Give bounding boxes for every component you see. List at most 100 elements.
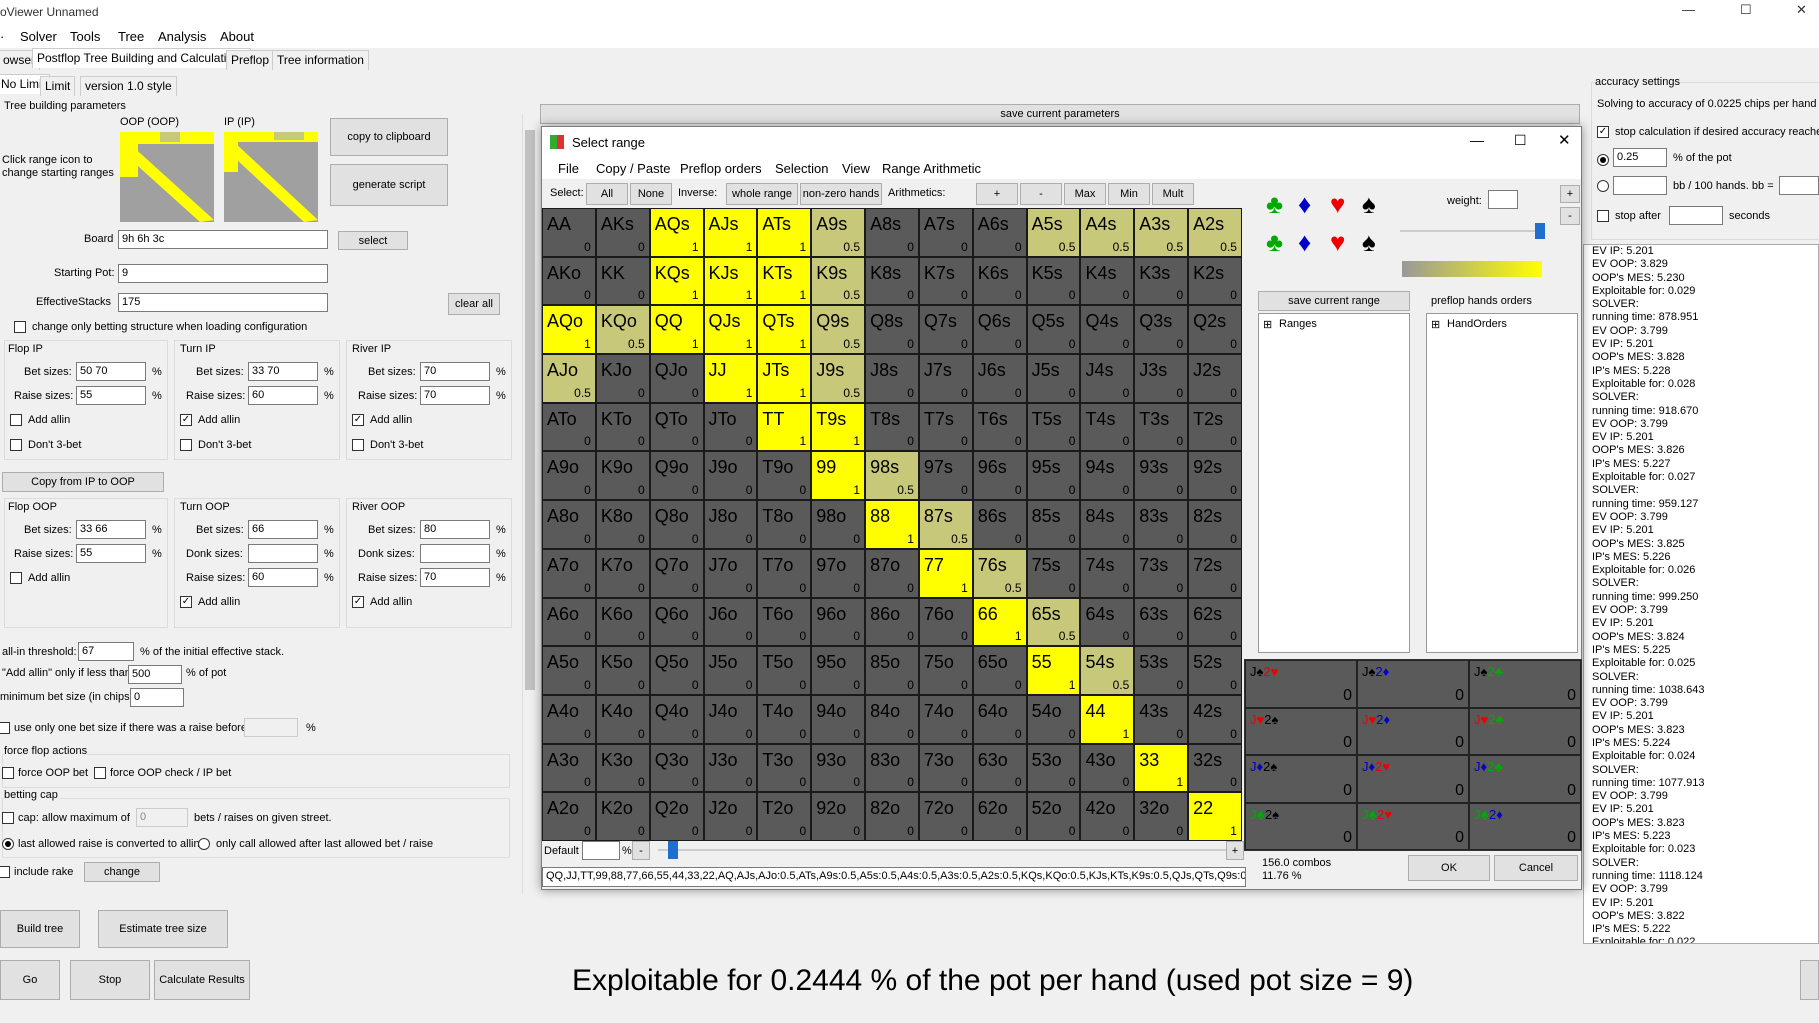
hand-cell[interactable]: J5o 0: [703, 646, 758, 695]
hand-cell[interactable]: 82s 0: [1188, 500, 1242, 549]
ok-button[interactable]: OK: [1408, 855, 1490, 881]
effective-stacks-input[interactable]: 175: [118, 293, 328, 312]
range-text-input[interactable]: QQ,JJ,TT,99,88,77,66,55,44,33,22,AQ,AJs,…: [542, 867, 1246, 887]
stop-after-checkbox[interactable]: [1597, 210, 1609, 222]
hand-cell[interactable]: 97s 0: [918, 451, 973, 501]
hand-cell[interactable]: AKo 0: [542, 256, 596, 306]
tab-postflop[interactable]: Postflop Tree Building and Calculations: [32, 48, 251, 68]
hand-cell[interactable]: T9s 1: [811, 402, 866, 452]
spade-filter-icon-2[interactable]: ♠: [1362, 227, 1376, 258]
clear-all-button[interactable]: clear all: [448, 293, 500, 315]
hand-cell[interactable]: 95s 0: [1026, 451, 1081, 501]
hand-cell[interactable]: JTs 1: [757, 354, 812, 403]
menu-solver[interactable]: Solver: [20, 29, 57, 44]
last-allin-radio[interactable]: [2, 838, 14, 850]
heart-filter-icon[interactable]: ♥: [1330, 189, 1345, 220]
pot-accuracy-input[interactable]: 0.25: [1613, 148, 1667, 167]
hand-cell[interactable]: A9s 0.5: [811, 208, 866, 257]
hand-cell[interactable]: A2s 0.5: [1188, 208, 1242, 257]
add-allin-only-input[interactable]: 500: [128, 665, 182, 684]
weight-slider-track[interactable]: [1400, 230, 1545, 232]
hand-cell[interactable]: KK 0: [595, 256, 650, 306]
weight-input[interactable]: [1488, 190, 1518, 209]
hand-cell[interactable]: 54o 0: [1026, 694, 1081, 744]
turn-ip-allin-checkbox[interactable]: ✓: [180, 414, 192, 426]
hand-cell[interactable]: K9s 0.5: [811, 256, 866, 306]
build-tree-button[interactable]: Build tree: [0, 910, 80, 948]
hand-cell[interactable]: KTs 1: [757, 256, 812, 306]
hand-cell[interactable]: 85o 0: [865, 646, 919, 695]
hand-cell[interactable]: JJ 1: [703, 354, 758, 403]
hand-cell[interactable]: 86o 0: [865, 597, 919, 647]
hand-cell[interactable]: 72s 0: [1188, 548, 1242, 598]
default-slider-track[interactable]: [658, 849, 1238, 851]
hand-cell[interactable]: 87s 0.5: [918, 500, 973, 549]
combo-cell[interactable]: J♣2♠ 0: [1245, 802, 1357, 850]
hand-cell[interactable]: 88 1: [865, 500, 919, 549]
hand-cell[interactable]: KQo 0.5: [595, 305, 650, 355]
hand-cell[interactable]: J8s 0: [865, 354, 919, 403]
hand-cell[interactable]: J2s 0: [1188, 354, 1242, 403]
hand-cell[interactable]: Q4o 0: [649, 694, 704, 744]
hand-cell[interactable]: Q7o 0: [649, 548, 704, 598]
hand-cell[interactable]: Q8s 0: [865, 305, 919, 355]
turn-oop-raise-input[interactable]: 60: [248, 568, 318, 587]
hand-cell[interactable]: T7o 0: [757, 548, 812, 598]
generate-script-button[interactable]: generate script: [330, 164, 448, 206]
ip-range-icon[interactable]: [224, 132, 318, 222]
hand-cell[interactable]: 97o 0: [811, 548, 866, 598]
select-all-button[interactable]: All: [586, 183, 628, 205]
hand-cell[interactable]: 95o 0: [811, 646, 866, 695]
hand-cell[interactable]: TT 1: [757, 402, 812, 452]
hand-cell[interactable]: J2o 0: [703, 792, 758, 841]
tab-version-1[interactable]: version 1.0 style: [80, 76, 177, 96]
hand-cell[interactable]: J6o 0: [703, 597, 758, 647]
minimize-button[interactable]: —: [1682, 2, 1695, 17]
combo-cell[interactable]: J♠2♥ 0: [1245, 660, 1357, 708]
hand-cell[interactable]: 94o 0: [811, 694, 866, 744]
menu-tools[interactable]: Tools: [70, 29, 100, 44]
combo-cell[interactable]: J♠2♣ 0: [1469, 660, 1581, 708]
cap-checkbox[interactable]: [2, 812, 14, 824]
hand-cell[interactable]: T8o 0: [757, 500, 812, 549]
combo-cell[interactable]: J♥2♠ 0: [1245, 707, 1357, 755]
river-ip-3bet-checkbox[interactable]: [352, 439, 364, 451]
hand-cell[interactable]: 92o 0: [811, 792, 866, 841]
hand-cell[interactable]: 93s 0: [1134, 451, 1189, 501]
flop-ip-allin-checkbox[interactable]: [10, 414, 22, 426]
hand-cell[interactable]: T6s 0: [972, 402, 1027, 452]
dmenu-range-arithmetic[interactable]: Range Arithmetic: [882, 161, 981, 176]
hand-orders-tree[interactable]: ⊞ HandOrders: [1426, 313, 1578, 653]
river-oop-allin-checkbox[interactable]: ✓: [352, 596, 364, 608]
min-bet-input[interactable]: 0: [130, 688, 184, 707]
tab-limit[interactable]: Limit: [40, 76, 76, 96]
menu-about[interactable]: About: [220, 29, 254, 44]
force-oop-bet-checkbox[interactable]: [2, 767, 14, 779]
hand-cell[interactable]: 63s 0: [1134, 597, 1189, 647]
hand-cell[interactable]: A3s 0.5: [1134, 208, 1189, 257]
hand-cell[interactable]: Q9s 0.5: [811, 305, 866, 355]
board-select-button[interactable]: select: [338, 231, 408, 250]
hand-cell[interactable]: 44 1: [1080, 694, 1135, 744]
dialog-close-icon[interactable]: ✕: [1558, 131, 1571, 149]
hand-cell[interactable]: J9s 0.5: [811, 354, 866, 403]
river-oop-donk-input[interactable]: [420, 544, 490, 563]
left-scrollbar[interactable]: [522, 114, 536, 894]
hand-cell[interactable]: 54s 0.5: [1080, 646, 1135, 695]
combo-cell[interactable]: J♦2♠ 0: [1245, 755, 1357, 803]
turn-oop-bet-input[interactable]: 66: [248, 520, 318, 539]
hand-cell[interactable]: A5o 0: [542, 646, 596, 695]
hand-cell[interactable]: T5o 0: [757, 646, 812, 695]
arith-mult-button[interactable]: Mult: [1152, 183, 1194, 205]
hand-cell[interactable]: 86s 0: [972, 500, 1027, 549]
hand-cell[interactable]: 52o 0: [1026, 792, 1081, 841]
hand-cell[interactable]: T4s 0: [1080, 402, 1135, 452]
hand-cell[interactable]: 94s 0: [1080, 451, 1135, 501]
hand-cell[interactable]: Q5o 0: [649, 646, 704, 695]
club-filter-icon-2[interactable]: ♣: [1266, 227, 1283, 258]
ranges-node[interactable]: Ranges: [1279, 318, 1317, 330]
hand-cell[interactable]: QJs 1: [703, 305, 758, 355]
hand-cell[interactable]: 73o 0: [918, 743, 973, 793]
hand-cell[interactable]: Q2s 0: [1188, 305, 1242, 355]
hand-cell[interactable]: 42s 0: [1188, 694, 1242, 744]
